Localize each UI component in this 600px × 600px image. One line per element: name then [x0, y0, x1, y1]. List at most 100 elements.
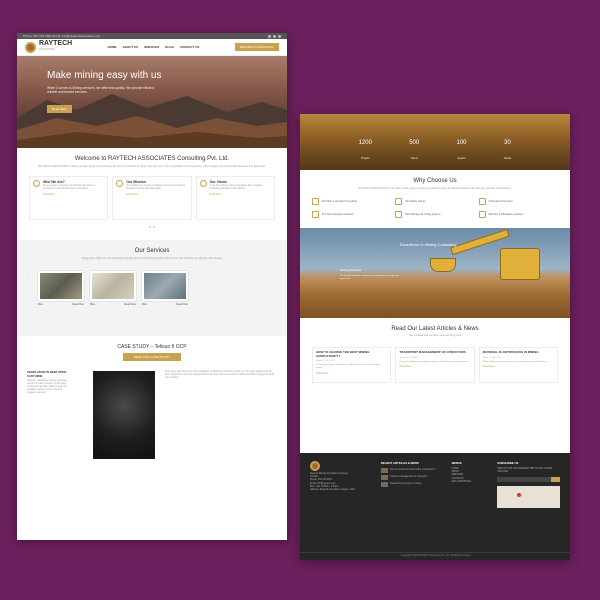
article-card[interactable]: MATERIAL FLOW PROCESS IN MINING admin 12 …	[478, 347, 558, 383]
logo-sub: ASSOCIATES	[39, 48, 55, 51]
read-case-study-button[interactable]: READ FULL CASE STUDY	[123, 353, 181, 362]
service-image	[90, 270, 136, 301]
card-our-mission: Our Mission Our mission is to provide exc…	[112, 176, 192, 221]
contact-text: Phone: 091 123 4567 Email: info@raytecha…	[23, 34, 101, 38]
logo-icon	[25, 41, 36, 53]
stat-item: 30 Awards	[504, 140, 512, 164]
read-more-link[interactable]: Read More	[483, 365, 554, 368]
card-text: Our mission is to provide excellent serv…	[126, 185, 186, 191]
service-item[interactable]: Mine Read More	[142, 270, 188, 306]
read-more-link[interactable]: Read More	[126, 193, 187, 196]
article-text: Conveyor transport management plays a vi…	[399, 360, 469, 363]
read-more-link[interactable]: Read More	[210, 193, 271, 196]
card-title: Our Mission	[126, 180, 146, 185]
service-item[interactable]: Mine Read More	[38, 270, 84, 306]
footer-article-link[interactable]: How to choose the best mining consultanc…	[390, 469, 435, 472]
feature-label: The Most accurate solutions	[322, 213, 354, 216]
handshake-icon	[395, 198, 403, 205]
excavator-sub: Mining Services	[340, 268, 362, 272]
eye-icon	[199, 180, 207, 188]
dot[interactable]	[149, 226, 151, 229]
consulting-icon	[312, 198, 319, 205]
why-desc: RAYTECH ASSOCIATES Pvt. Ltd. offers a wi…	[358, 187, 512, 190]
stat-item: 100 Experts	[456, 140, 466, 164]
article-title[interactable]: TRANSPORT MANAGEMENT OF CONVEYORS	[399, 350, 470, 355]
read-more-link[interactable]: Read More	[72, 303, 84, 306]
feature-item: Well Manage all mining projects	[395, 211, 474, 218]
welcome-section: Welcome to RAYTECH ASSOCIATES Consulting…	[17, 148, 287, 168]
why-choose-us-section: Why Choose Us RAYTECH ASSOCIATES Pvt. Lt…	[300, 170, 570, 218]
copyright: © Copyright 2020 RAYTECH Associates Pvt.…	[300, 552, 570, 560]
service-image	[142, 270, 188, 301]
read-more-link[interactable]: Read More	[176, 303, 188, 306]
nav-menu: HOME ABOUT US SERVICES BLOG CONTACT US	[107, 45, 199, 49]
nav-item-services[interactable]: SERVICES	[144, 45, 159, 49]
article-card[interactable]: TRANSPORT MANAGEMENT OF CONVEYORS admin 1…	[395, 347, 475, 383]
hero-title: Make mining easy with us	[47, 70, 162, 81]
card-who-we-are: Who We Are? We are group of mining profes…	[29, 176, 109, 221]
nav-item-about[interactable]: ABOUT US	[122, 45, 138, 49]
articles-desc: Stay updated with our latest news and bl…	[409, 334, 461, 337]
feature-item: Professional Services	[478, 198, 558, 205]
stat-item: 500 Clients	[409, 140, 419, 164]
card-title: Who We Are?	[43, 180, 65, 185]
excavator-bucket-image	[430, 258, 456, 272]
subscribe-email-input[interactable]	[497, 477, 561, 483]
excavator-body-image	[500, 248, 540, 280]
read-more-link[interactable]: Read More	[316, 372, 387, 375]
nav-item-contact[interactable]: CONTACT US	[180, 45, 199, 49]
nav-item-home[interactable]: HOME	[107, 45, 116, 49]
footer-article-link[interactable]: Material flow process in mining	[390, 483, 421, 486]
read-more-link[interactable]: Read More	[43, 193, 104, 196]
stat-number: 100	[456, 140, 467, 146]
feature-label: Professional Services	[488, 200, 513, 203]
card-title: Our Vision	[209, 180, 227, 185]
footer-heading: MENUS	[451, 461, 462, 465]
card-text: To be the leading mining consultancy fir…	[209, 185, 262, 191]
read-more-link[interactable]: Read More	[399, 365, 470, 368]
excavator-text: We provide complete solutions for mine p…	[340, 275, 400, 280]
services-desc: Designed to make sure the technology tra…	[81, 257, 223, 261]
request-proposal-button[interactable]: REQUEST A PROPOSAL	[234, 43, 279, 51]
facebook-icon[interactable]	[268, 34, 271, 38]
article-thumbnail	[380, 482, 388, 487]
chevron-left-icon[interactable]: ‹	[27, 271, 32, 275]
article-title[interactable]: MATERIAL FLOW PROCESS IN MINING	[483, 350, 554, 355]
target-icon	[116, 180, 124, 188]
footer-article-link[interactable]: Transport management of conveyors	[390, 476, 427, 479]
article-meta: admin 12 Jan 2020	[482, 356, 502, 359]
service-item[interactable]: Mine Read More	[90, 270, 136, 306]
services-section: Our Services Designed to make sure the t…	[17, 240, 287, 337]
feature-label: We Offer a standard Consulting	[322, 200, 357, 203]
case-left-title: VENTILATION IN DEEP OPEN CAST MINE	[27, 370, 67, 378]
dot[interactable]	[153, 226, 155, 229]
linkedin-icon[interactable]	[278, 34, 281, 38]
twitter-icon[interactable]	[273, 34, 276, 38]
gear-icon	[395, 211, 403, 218]
feature-item: Effective & Affordable solutions	[478, 211, 558, 218]
chevron-right-icon[interactable]: ›	[194, 271, 199, 275]
service-label: Mine	[90, 302, 96, 306]
nav-item-blog[interactable]: BLOG	[165, 45, 174, 49]
carousel-dots[interactable]	[17, 226, 287, 229]
location-map[interactable]	[497, 486, 561, 509]
excavator-title: Excellence in Mining Consulting	[400, 242, 457, 247]
excavator-banner: Excellence in Mining Consulting Mining S…	[300, 228, 570, 318]
case-right-text: Deep open cast mines face poor ventilati…	[165, 371, 275, 380]
site-logo[interactable]: RAYTECH ASSOCIATES	[25, 40, 72, 53]
articles-title: Read Our Latest Articles & News	[391, 326, 479, 332]
feature-label: Well Manage all mining projects	[405, 213, 441, 216]
feature-item: We Satisfy Clients	[395, 198, 474, 205]
subscribe-button[interactable]	[551, 477, 561, 483]
stat-number: 1200	[358, 140, 372, 146]
hero-banner: Make mining easy with us When it comes t…	[17, 56, 287, 148]
stat-label: Clients	[410, 158, 418, 160]
article-title[interactable]: HOW TO CHOOSE THE BEST MINING CONSULTANC…	[316, 350, 387, 358]
article-card[interactable]: HOW TO CHOOSE THE BEST MINING CONSULTANC…	[312, 347, 392, 383]
money-icon	[478, 211, 486, 218]
hero-read-more-button[interactable]: Read More	[47, 105, 72, 113]
read-more-link[interactable]: Read More	[124, 303, 136, 306]
footer-link-proposal[interactable]: GET A PROPOSAL	[452, 481, 490, 484]
mountain-landscape-image	[17, 94, 287, 148]
stat-number: 500	[409, 140, 420, 146]
